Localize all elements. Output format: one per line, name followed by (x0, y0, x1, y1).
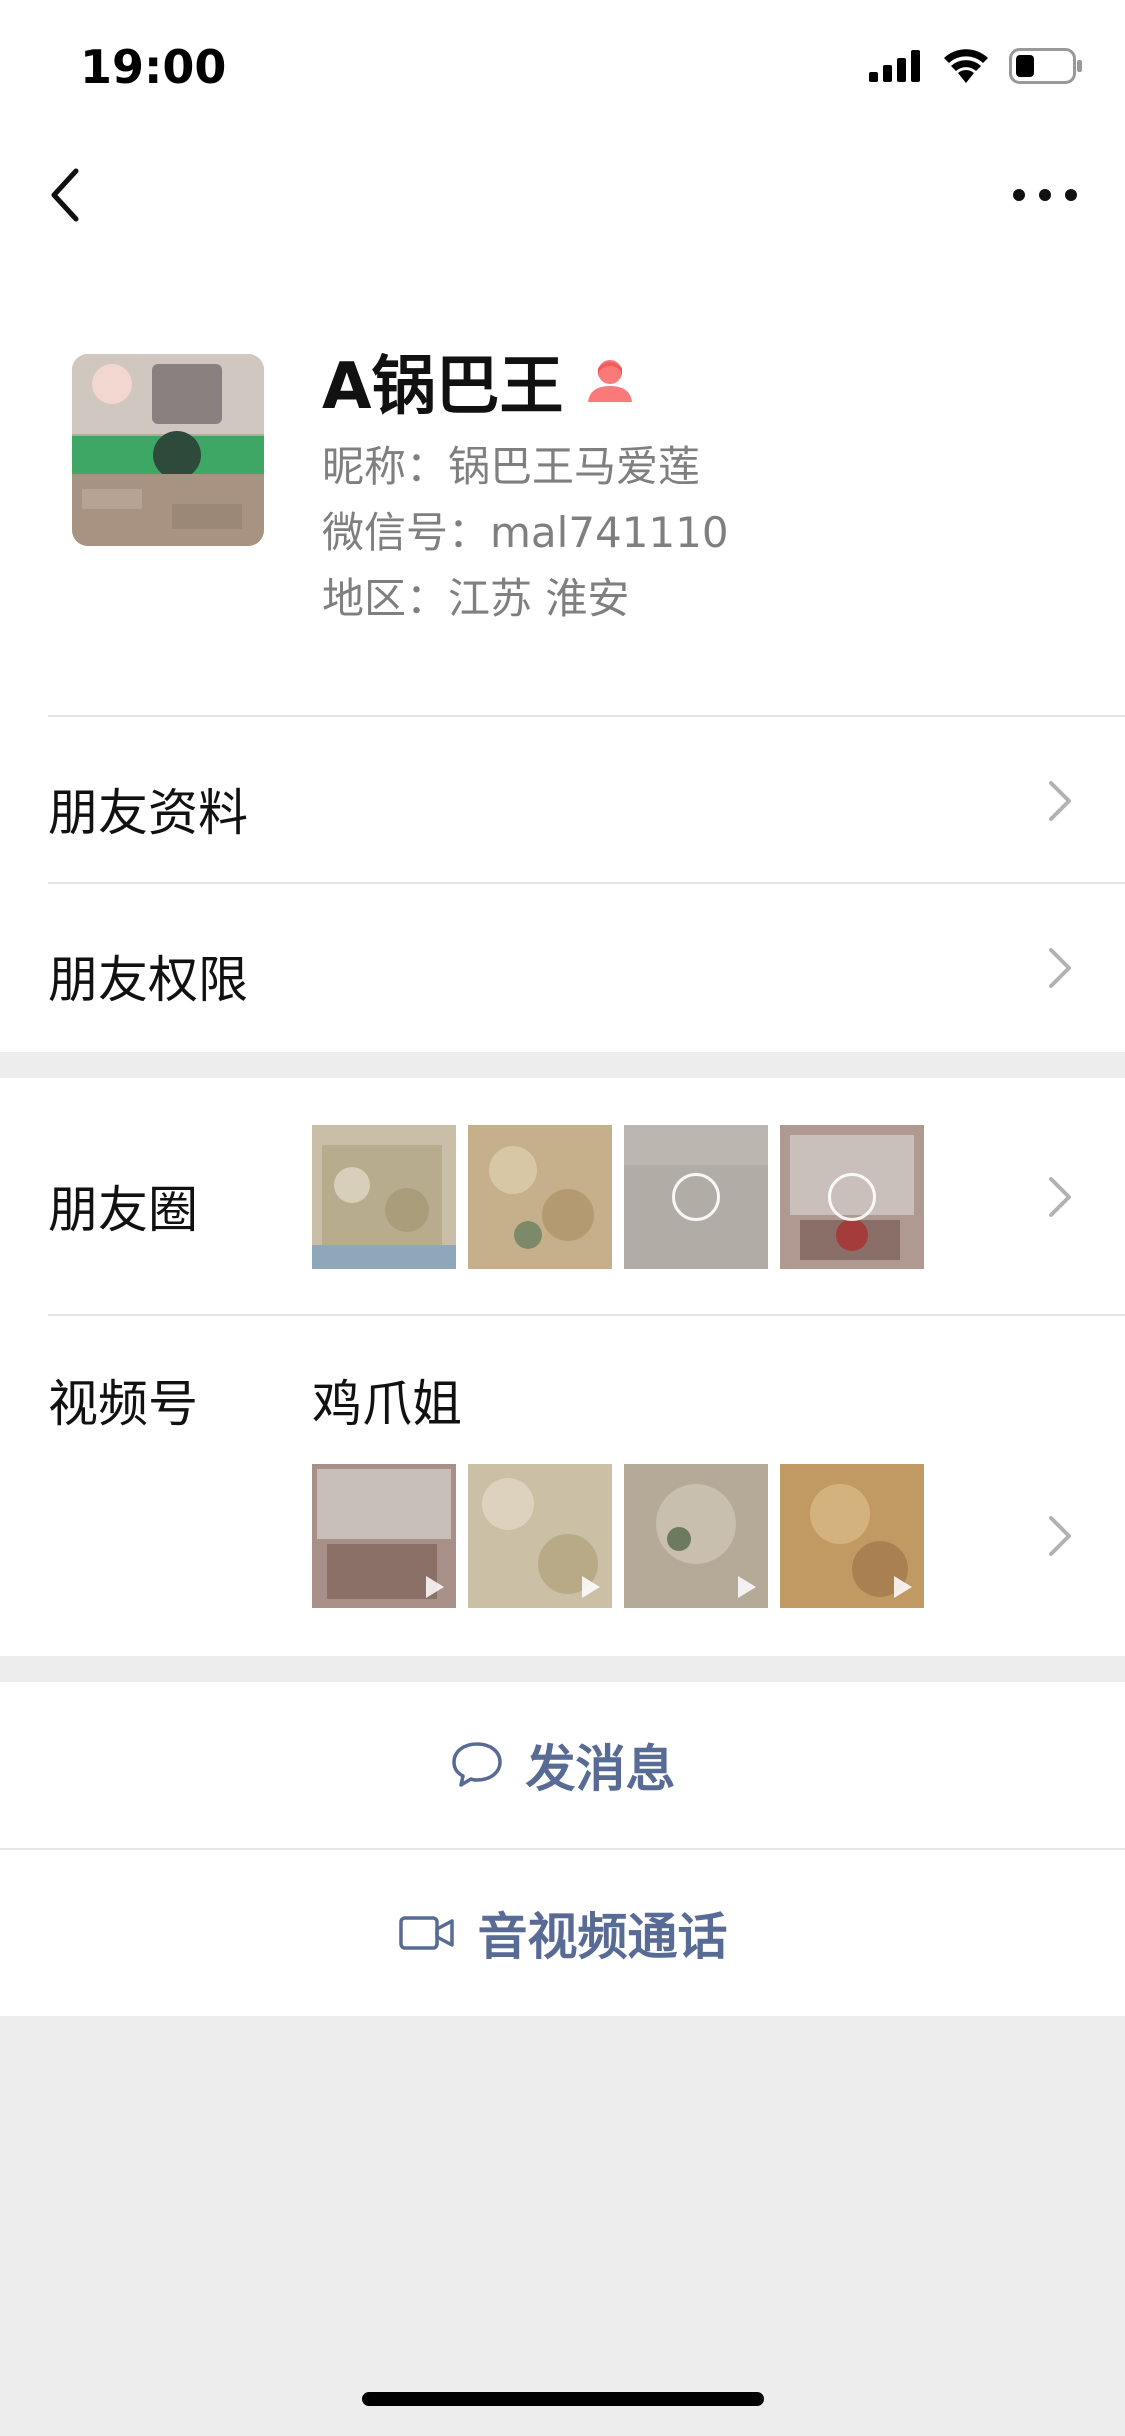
moments-label: 朋友圈 (48, 1181, 198, 1239)
send-message-button[interactable]: 发消息 (0, 1682, 1125, 1848)
play-icon (828, 1173, 876, 1221)
navigation-bar (0, 135, 1125, 255)
play-icon (894, 1576, 912, 1598)
contact-profile-screen: 19:00 A锅巴王 昵称：锅巴王马爱莲 微信号：mal741110 地区：江苏… (0, 0, 1125, 2436)
moments-video-thumbnail[interactable] (780, 1125, 924, 1269)
play-icon (582, 1576, 600, 1598)
video-call-label: 音视频通话 (477, 1908, 728, 1966)
moments-thumbnails (312, 1125, 924, 1269)
send-message-label: 发消息 (525, 1740, 676, 1798)
channels-label: 视频号 (48, 1375, 198, 1433)
name-row: A锅巴王 (322, 335, 634, 427)
home-indicator[interactable] (362, 2392, 764, 2406)
contact-name: A锅巴王 (322, 350, 564, 424)
nickname-line: 昵称：锅巴王马爱莲 (322, 442, 701, 491)
friend-profile-cell[interactable]: 朋友资料 (0, 717, 1125, 884)
chevron-right-icon (1049, 948, 1071, 988)
more-dots-icon (1013, 189, 1077, 201)
status-time: 19:00 (80, 40, 227, 94)
chevron-left-icon (51, 168, 79, 222)
moments-video-thumbnail[interactable] (624, 1125, 768, 1269)
channels-thumbnails (312, 1464, 924, 1608)
moments-thumbnail[interactable] (468, 1125, 612, 1269)
chevron-right-icon (1049, 781, 1071, 821)
wechat-id-line: 微信号：mal741110 (322, 508, 729, 557)
video-camera-icon (398, 1916, 454, 1950)
status-icons (869, 48, 1083, 84)
avatar-image (72, 354, 264, 546)
battery-icon (1009, 48, 1082, 84)
channels-name: 鸡爪姐 (312, 1375, 462, 1433)
channels-video-thumbnail[interactable] (624, 1464, 768, 1608)
friend-profile-label: 朋友资料 (48, 784, 248, 842)
channels-video-thumbnail[interactable] (468, 1464, 612, 1608)
play-icon (738, 1576, 756, 1598)
more-options-button[interactable] (1005, 175, 1085, 215)
status-bar: 19:00 (0, 0, 1125, 135)
video-call-button[interactable]: 音视频通话 (0, 1850, 1125, 2016)
female-user-icon (587, 360, 632, 402)
chevron-right-icon (1049, 1177, 1071, 1217)
friend-permissions-cell[interactable]: 朋友权限 (0, 884, 1125, 1052)
avatar[interactable] (72, 354, 264, 546)
friend-permissions-label: 朋友权限 (48, 951, 248, 1009)
region-line: 地区：江苏 淮安 (322, 574, 630, 623)
play-icon (672, 1173, 720, 1221)
channels-cell[interactable]: 视频号 鸡爪姐 (0, 1316, 1125, 1656)
cellular-signal-icon (869, 50, 920, 82)
back-button[interactable] (40, 163, 100, 227)
profile-header: A锅巴王 昵称：锅巴王马爱莲 微信号：mal741110 地区：江苏 淮安 (0, 255, 1125, 717)
moments-thumbnail[interactable] (312, 1125, 456, 1269)
chat-bubble-icon (451, 1742, 502, 1787)
play-icon (426, 1576, 444, 1598)
channels-video-thumbnail[interactable] (780, 1464, 924, 1608)
channels-video-thumbnail[interactable] (312, 1464, 456, 1608)
chevron-right-icon (1049, 1516, 1071, 1556)
moments-cell[interactable]: 朋友圈 (0, 1078, 1125, 1316)
wifi-icon (944, 49, 988, 83)
